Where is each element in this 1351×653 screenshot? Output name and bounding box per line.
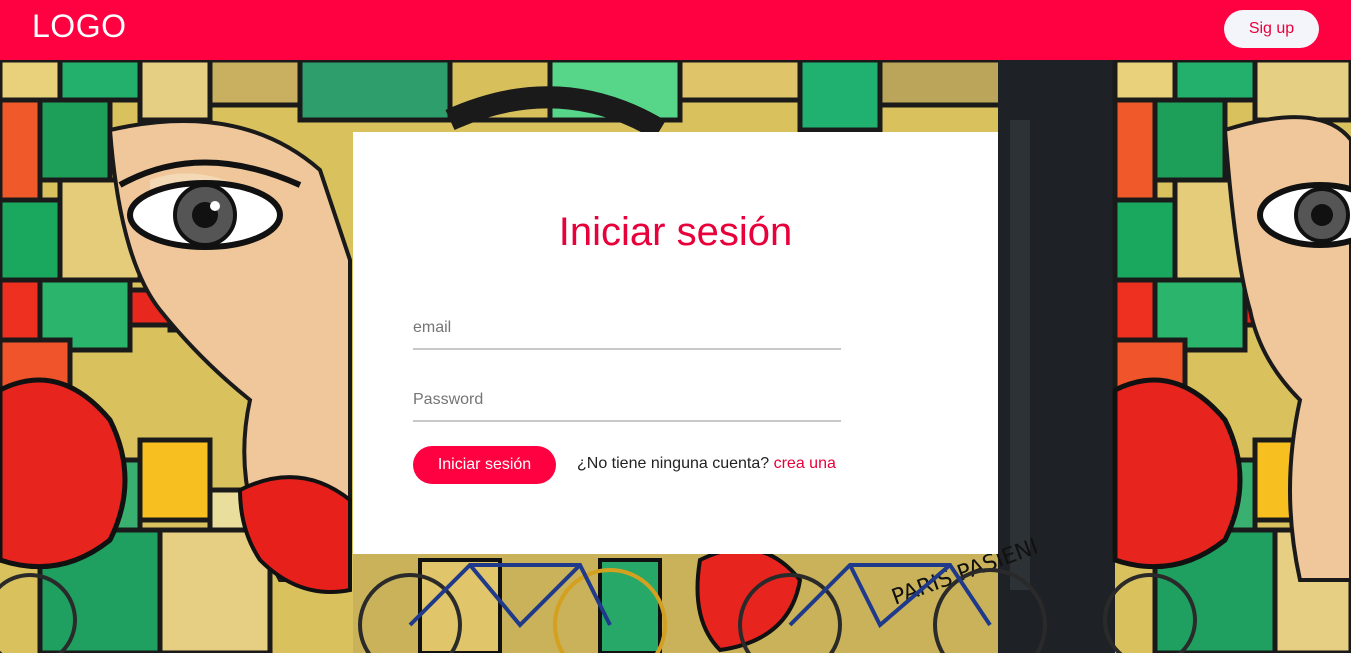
logo[interactable]: LOGO [32, 8, 126, 45]
no-account-prompt: ¿No tiene ninguna cuenta? crea una [577, 455, 836, 473]
login-button[interactable]: Iniciar sesión [413, 446, 556, 484]
no-account-text: ¿No tiene ninguna cuenta? [577, 455, 770, 472]
signup-button[interactable]: Sig up [1224, 10, 1319, 48]
create-account-link[interactable]: crea una [774, 455, 836, 472]
top-navbar: LOGO Sig up [0, 0, 1351, 60]
email-input[interactable] [413, 308, 841, 350]
login-title: Iniciar sesión [558, 210, 793, 254]
login-card: Iniciar sesión Iniciar sesión ¿No tiene … [353, 132, 998, 554]
password-input[interactable] [413, 380, 841, 422]
